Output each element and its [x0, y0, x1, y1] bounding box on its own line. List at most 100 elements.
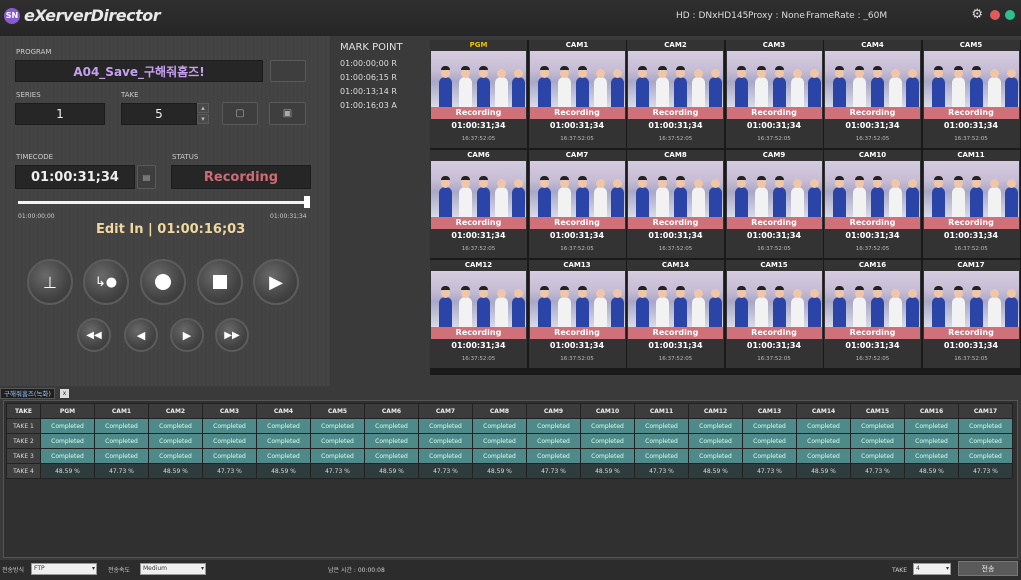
table-row[interactable]: TAKE 4 48.59 % 47.73 % 48.59 % 47.73 % 48.59 … — [6, 463, 1013, 479]
camera-status: Recording — [825, 327, 920, 339]
camera-preview — [825, 51, 920, 107]
status-cell: 48.59 % — [580, 463, 635, 479]
camera-status: Recording — [923, 217, 1019, 229]
camera-tile[interactable]: CAM1 Recording 01:00:31;34 16:37:52:05 — [528, 40, 626, 148]
status-cell: Completed — [580, 448, 635, 464]
status-cell: Completed — [850, 418, 905, 434]
status-cell: Completed — [958, 418, 1013, 434]
edit-in-display: Edit In | 01:00:16;03 — [96, 222, 246, 237]
camera-tile[interactable]: CAM17 Recording 01:00:31;34 16:37:52:05 — [922, 260, 1020, 368]
status-cell: Completed — [94, 433, 149, 449]
camera-tile[interactable]: CAM16 Recording 01:00:31;34 16:37:52:05 — [824, 260, 921, 368]
table-header-cell: TAKE — [6, 403, 41, 419]
camera-timecode: 01:00:31;34 — [943, 231, 999, 240]
camera-tile[interactable]: CAM2 Recording 01:00:31;34 16:37:52:05 — [627, 40, 724, 148]
camera-tile[interactable]: PGM Recording 01:00:31;34 16:37:52:05 — [430, 40, 527, 148]
tab-close-icon[interactable]: x — [60, 389, 69, 398]
minimize-dot-icon[interactable] — [1005, 10, 1015, 20]
timeline-end: 01:00:31;34 — [270, 213, 307, 220]
camera-folder-button[interactable]: ▢ — [222, 102, 258, 125]
camera-grid: PGM Recording 01:00:31;34 16:37:52:05 CAM1 Re… — [430, 40, 1021, 375]
status-cell: Completed — [742, 418, 797, 434]
status-cell: Completed — [472, 448, 527, 464]
camera-timecode: 01:00:31;34 — [845, 341, 900, 350]
close-dot-icon[interactable] — [990, 10, 1000, 20]
fast-forward-button[interactable]: ▶▶ — [215, 318, 249, 352]
camera-name: PGM — [469, 41, 488, 49]
take-up-button[interactable]: ▴ — [197, 103, 209, 113]
camera-preview — [628, 161, 723, 217]
status-cell: Completed — [850, 448, 905, 464]
mark-point-item[interactable]: 01:00:13;14 R — [340, 87, 420, 101]
camera-tile[interactable]: CAM8 Recording 01:00:31;34 16:37:52:05 — [627, 150, 724, 258]
record-button[interactable] — [140, 259, 186, 305]
send-button[interactable]: 전송 — [958, 561, 1018, 576]
camera-clock: 16:37:52:05 — [954, 136, 988, 142]
mark-in-button[interactable]: ⊥ — [27, 259, 73, 305]
table-row[interactable]: TAKE 2 Completed Completed Completed Complet… — [6, 433, 1013, 449]
transfer-speed-select[interactable]: Medium ▾ — [140, 563, 206, 575]
camera-tile[interactable]: CAM6 Recording 01:00:31;34 16:37:52:05 — [430, 150, 527, 258]
series-field[interactable]: 1 — [15, 103, 105, 125]
status-cell: 48.59 % — [688, 463, 743, 479]
camera-tile[interactable]: CAM3 Recording 01:00:31;34 16:37:52:05 — [725, 40, 823, 148]
status-cell: Completed — [202, 418, 257, 434]
timeline-track[interactable] — [18, 201, 310, 204]
mark-point-item[interactable]: 01:00:06;15 R — [340, 73, 420, 87]
table-row[interactable]: TAKE 3 Completed Completed Completed Complet… — [6, 448, 1013, 464]
settings-folder-button[interactable]: ▣ — [269, 102, 306, 125]
stop-button[interactable] — [197, 259, 243, 305]
step-back-button[interactable]: ◀ — [124, 318, 158, 352]
camera-tile[interactable]: CAM12 Recording 01:00:31;34 16:37:52:05 — [430, 260, 527, 368]
camera-tile[interactable]: CAM13 Recording 01:00:31;34 16:37:52:05 — [528, 260, 626, 368]
camera-preview — [628, 51, 723, 107]
camera-tile[interactable]: CAM9 Recording 01:00:31;34 16:37:52:05 — [725, 150, 823, 258]
camera-status: Recording — [628, 327, 723, 339]
table-header-cell: CAM15 — [850, 403, 905, 419]
take-status-table: TAKE PGM CAM1 CAM2 CAM3 CAM4 CAM5 CAM6 CAM7 CAM8 C… — [3, 400, 1018, 558]
camera-timecode: 01:00:31;34 — [943, 341, 999, 350]
transfer-method-select[interactable]: FTP ▾ — [31, 563, 97, 575]
camera-clock: 16:37:52:05 — [560, 356, 594, 362]
camera-tile[interactable]: CAM10 Recording 01:00:31;34 16:37:52:05 — [824, 150, 921, 258]
status-cell: Completed — [688, 418, 743, 434]
status-cell: 47.73 % — [526, 463, 581, 479]
mark-point-item[interactable]: 01:00:16;03 A — [340, 101, 420, 115]
status-cell: 47.73 % — [742, 463, 797, 479]
camera-tile[interactable]: CAM15 Recording 01:00:31;34 16:37:52:05 — [725, 260, 823, 368]
rewind-button[interactable]: ◀◀ — [77, 318, 111, 352]
status-cell: Completed — [526, 433, 581, 449]
play-button[interactable]: ▶ — [253, 259, 299, 305]
status-cell: Completed — [472, 433, 527, 449]
camera-status: Recording — [431, 327, 526, 339]
timecode-lock-button[interactable]: ▤ — [137, 165, 156, 189]
status-cell: Completed — [94, 418, 149, 434]
timeline-thumb[interactable] — [304, 196, 311, 208]
camera-tile[interactable]: CAM4 Recording 01:00:31;34 16:37:52:05 — [824, 40, 921, 148]
title-bar: SN eXerverDirector HD : DNxHD145 Proxy :… — [0, 0, 1021, 36]
take-down-button[interactable]: ▾ — [197, 114, 209, 124]
camera-tile[interactable]: CAM5 Recording 01:00:31;34 16:37:52:05 — [922, 40, 1020, 148]
status-cell: 47.73 % — [850, 463, 905, 479]
table-header-cell: PGM — [40, 403, 95, 419]
status-cell: 47.73 % — [94, 463, 149, 479]
mark-point-item[interactable]: 01:00:00;00 R — [340, 59, 420, 73]
camera-status: Recording — [431, 217, 526, 229]
step-forward-button[interactable]: ▶ — [170, 318, 204, 352]
camera-preview — [529, 51, 625, 107]
mark-out-button[interactable]: ↳● — [83, 259, 129, 305]
gear-icon[interactable]: ⚙ — [971, 8, 983, 21]
codec-info: HD : DNxHD145 — [676, 11, 749, 21]
camera-clock: 16:37:52:05 — [461, 136, 496, 142]
camera-tile[interactable]: CAM7 Recording 01:00:31;34 16:37:52:05 — [528, 150, 626, 258]
take-field[interactable]: 5 — [121, 103, 197, 125]
program-edit-button[interactable] — [270, 60, 306, 82]
camera-tile[interactable]: CAM11 Recording 01:00:31;34 16:37:52:05 — [922, 150, 1020, 258]
footer-take-select[interactable]: 4 ▾ — [913, 563, 951, 575]
program-name-field[interactable]: A04_Save_구해줘홈즈! — [15, 60, 263, 82]
table-row[interactable]: TAKE 1 Completed Completed Completed Complet… — [6, 418, 1013, 434]
session-tab[interactable]: 구해줘홈즈(녹화) — [0, 388, 55, 399]
camera-tile[interactable]: CAM14 Recording 01:00:31;34 16:37:52:05 — [627, 260, 724, 368]
table-header-cell: CAM7 — [418, 403, 473, 419]
status-cell: 47.73 % — [634, 463, 689, 479]
